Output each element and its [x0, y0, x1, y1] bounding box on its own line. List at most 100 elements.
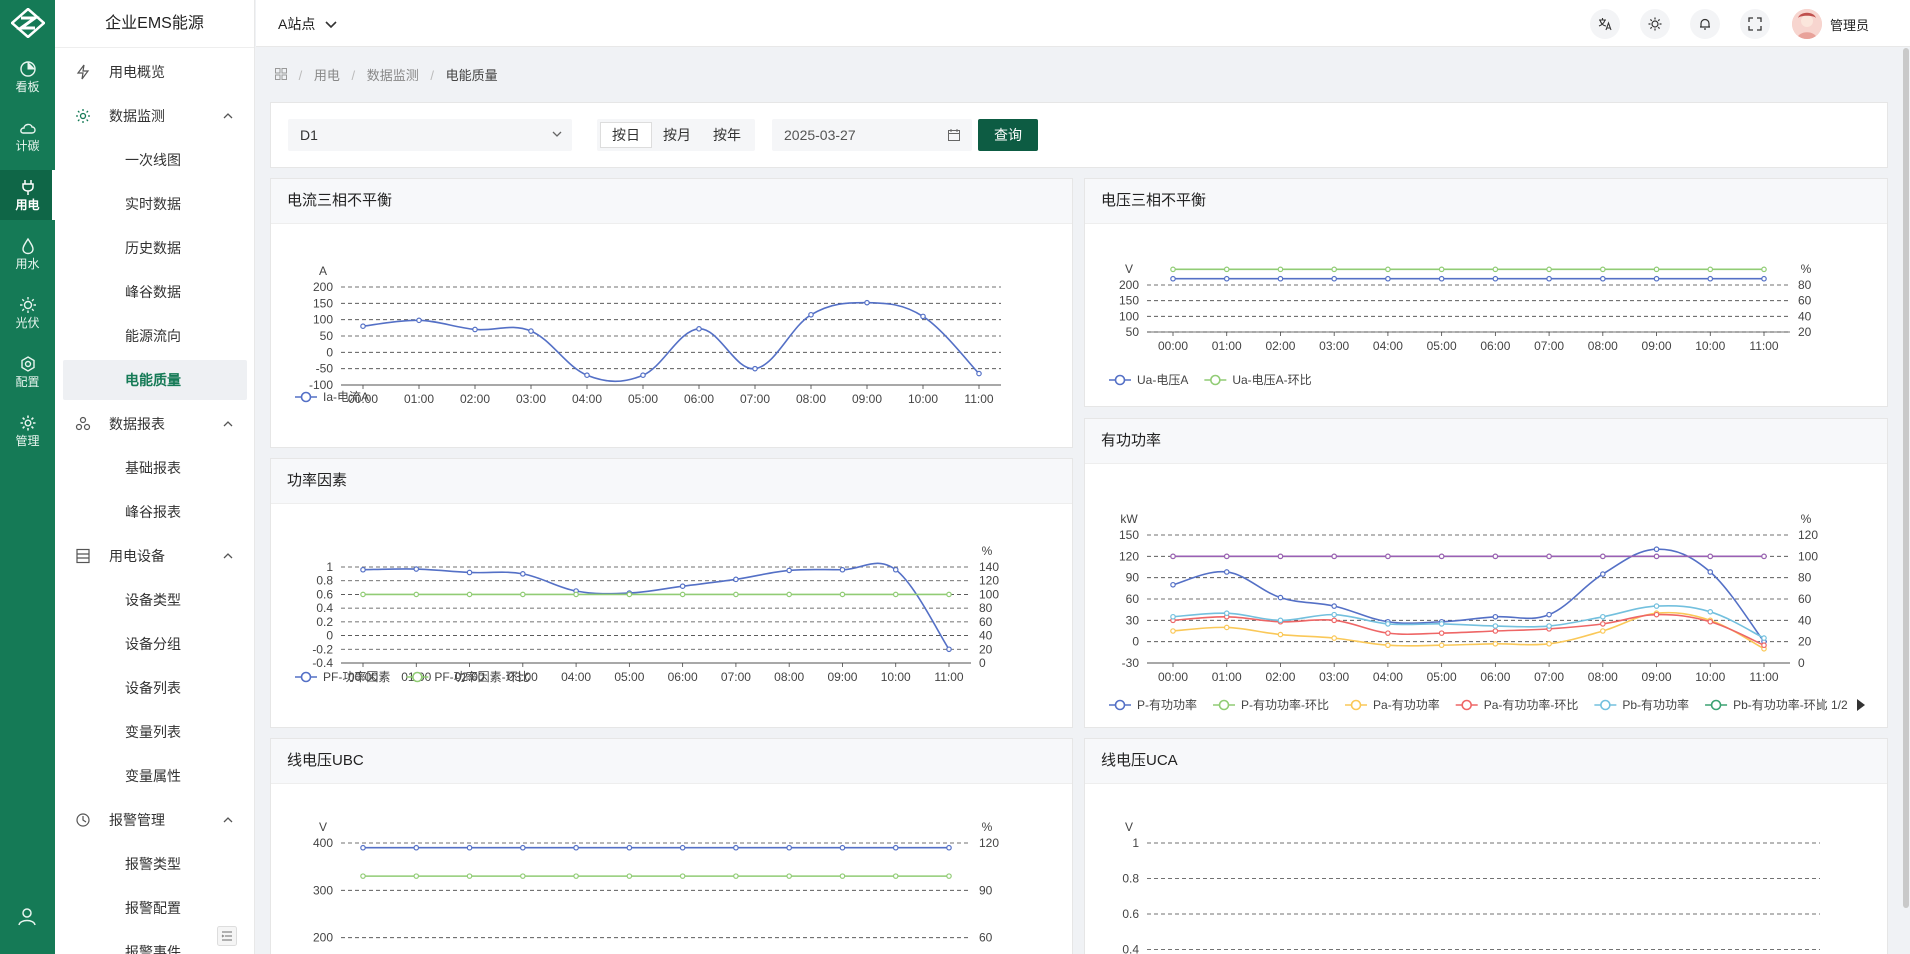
sidebar-item[interactable]: 变量属性 [63, 756, 247, 796]
rail-item-label: 用水 [15, 257, 40, 271]
user-icon[interactable] [17, 906, 37, 926]
sidebar-group-2[interactable]: 数据报表 [55, 402, 254, 446]
data-point [1438, 621, 1445, 627]
data-point [1600, 553, 1606, 560]
rail-item-5[interactable]: 配置 [0, 347, 55, 397]
data-point [1331, 635, 1337, 641]
date-picker[interactable]: 2025-03-27 [772, 119, 972, 151]
data-point [1707, 618, 1714, 625]
data-point [733, 591, 739, 598]
data-point [1223, 275, 1230, 282]
sidebar-item[interactable]: 设备列表 [63, 668, 247, 708]
legend-marker [300, 391, 312, 403]
legend-item: PF-功率因素 [295, 669, 390, 684]
theme-toggle-button[interactable] [1640, 9, 1670, 39]
sidebar-item[interactable]: 报警类型 [63, 844, 247, 884]
y-tick-label: 90 [1126, 571, 1140, 585]
device-icon [76, 548, 90, 564]
legend-item: Pb-有功功率-环比 [1705, 697, 1828, 712]
data-point [976, 370, 982, 377]
sun-icon [19, 297, 36, 313]
breadcrumb-current: 电能质量 [445, 68, 498, 83]
y-tick-label: 150 [1119, 294, 1139, 308]
panel-title: 有功功率 [1085, 419, 1887, 464]
period-day[interactable]: 按日 [600, 122, 652, 148]
sidebar-group-3[interactable]: 用电设备 [55, 534, 254, 578]
notifications-button[interactable] [1690, 9, 1720, 39]
x-tick-label: 01:00 [404, 392, 434, 406]
data-point [946, 646, 952, 653]
sidebar-item[interactable]: 峰谷数据 [63, 272, 247, 312]
sidebar-group-0[interactable]: 用电概览 [55, 50, 254, 94]
sidebar-item[interactable]: 设备分组 [63, 624, 247, 664]
y-tick-label: 1 [1132, 836, 1139, 850]
data-point [520, 873, 526, 879]
sidebar-item[interactable]: 历史数据 [63, 228, 247, 268]
y-tick-label: 0.6 [1122, 907, 1139, 921]
rail-item-1[interactable]: 计碳 [0, 111, 55, 161]
avatar[interactable] [1792, 9, 1822, 39]
rail-item-2[interactable]: 用电 [0, 170, 55, 220]
home-grid-icon[interactable] [275, 68, 287, 83]
rail-item-3[interactable]: 用水 [0, 229, 55, 279]
sidebar-item[interactable]: 峰谷报表 [63, 492, 247, 532]
data-point [839, 844, 846, 851]
data-point [1761, 553, 1767, 560]
sidebar-item[interactable]: 设备类型 [63, 580, 247, 620]
data-point [1170, 553, 1176, 560]
translate-button[interactable] [1590, 9, 1620, 39]
data-point [1761, 642, 1767, 649]
collapse-sidebar-icon[interactable] [217, 926, 237, 946]
device-select[interactable]: D1 [288, 119, 572, 151]
sidebar-item[interactable]: 变量列表 [63, 712, 247, 752]
x-tick-label: 11:00 [1749, 670, 1778, 684]
period-month[interactable]: 按月 [652, 122, 702, 148]
data-point [466, 873, 473, 879]
x-tick-label: 03:00 [1319, 670, 1349, 684]
rail-item-4[interactable]: 光伏 [0, 288, 55, 338]
y-tick-label: 400 [313, 836, 333, 850]
data-point [864, 299, 870, 306]
sidebar-item[interactable]: 基础报表 [63, 448, 247, 488]
x-tick-label: 03:00 [516, 392, 546, 406]
data-point [1170, 266, 1176, 273]
query-button[interactable]: 查询 [978, 119, 1038, 151]
legend-label: Ia-电流A [323, 390, 369, 404]
rail-item-0[interactable]: 看板 [0, 52, 55, 102]
page-scrollbar[interactable] [1903, 48, 1909, 908]
data-point [1492, 623, 1499, 629]
app-rail: 看板计碳用电用水光伏配置管理 [0, 0, 55, 954]
data-point [584, 372, 590, 379]
data-point [786, 844, 792, 851]
sidebar-item[interactable]: 能源流向 [63, 316, 247, 356]
y-tick-label: 0 [326, 345, 333, 359]
data-point [1277, 631, 1284, 638]
breadcrumb-item[interactable]: 数据监测 [367, 68, 419, 83]
fullscreen-button[interactable] [1740, 9, 1770, 39]
rail-item-6[interactable]: 管理 [0, 406, 55, 456]
bolt-icon [76, 64, 90, 80]
y2-tick-label: 60 [979, 931, 993, 945]
sidebar-item[interactable]: 一次线图 [63, 140, 247, 180]
data-point [1600, 628, 1606, 634]
sidebar-item[interactable]: 电能质量 [63, 360, 247, 400]
x-tick-label: 08:00 [774, 670, 804, 684]
data-point [413, 844, 420, 851]
sidebar-item[interactable]: 报警配置 [63, 888, 247, 928]
sidebar-group-4[interactable]: 报警管理 [55, 798, 254, 842]
site-select[interactable]: A站点 [278, 14, 337, 34]
data-point [1170, 613, 1176, 620]
username[interactable]: 管理员 [1830, 15, 1869, 34]
y-tick-label: 150 [1119, 528, 1139, 542]
y2-tick-label: 100 [1798, 549, 1818, 563]
translate-icon [1598, 18, 1612, 31]
data-point [416, 317, 422, 324]
breadcrumb-item[interactable]: 用电 [314, 68, 340, 83]
data-point [752, 365, 758, 372]
y2-tick-label: 120 [1798, 528, 1818, 542]
sidebar-item[interactable]: 实时数据 [63, 184, 247, 224]
sidebar-group-1[interactable]: 数据监测 [55, 94, 254, 138]
x-tick-label: 09:00 [1642, 670, 1672, 684]
period-year[interactable]: 按年 [702, 122, 752, 148]
x-tick-label: 04:00 [1373, 670, 1403, 684]
